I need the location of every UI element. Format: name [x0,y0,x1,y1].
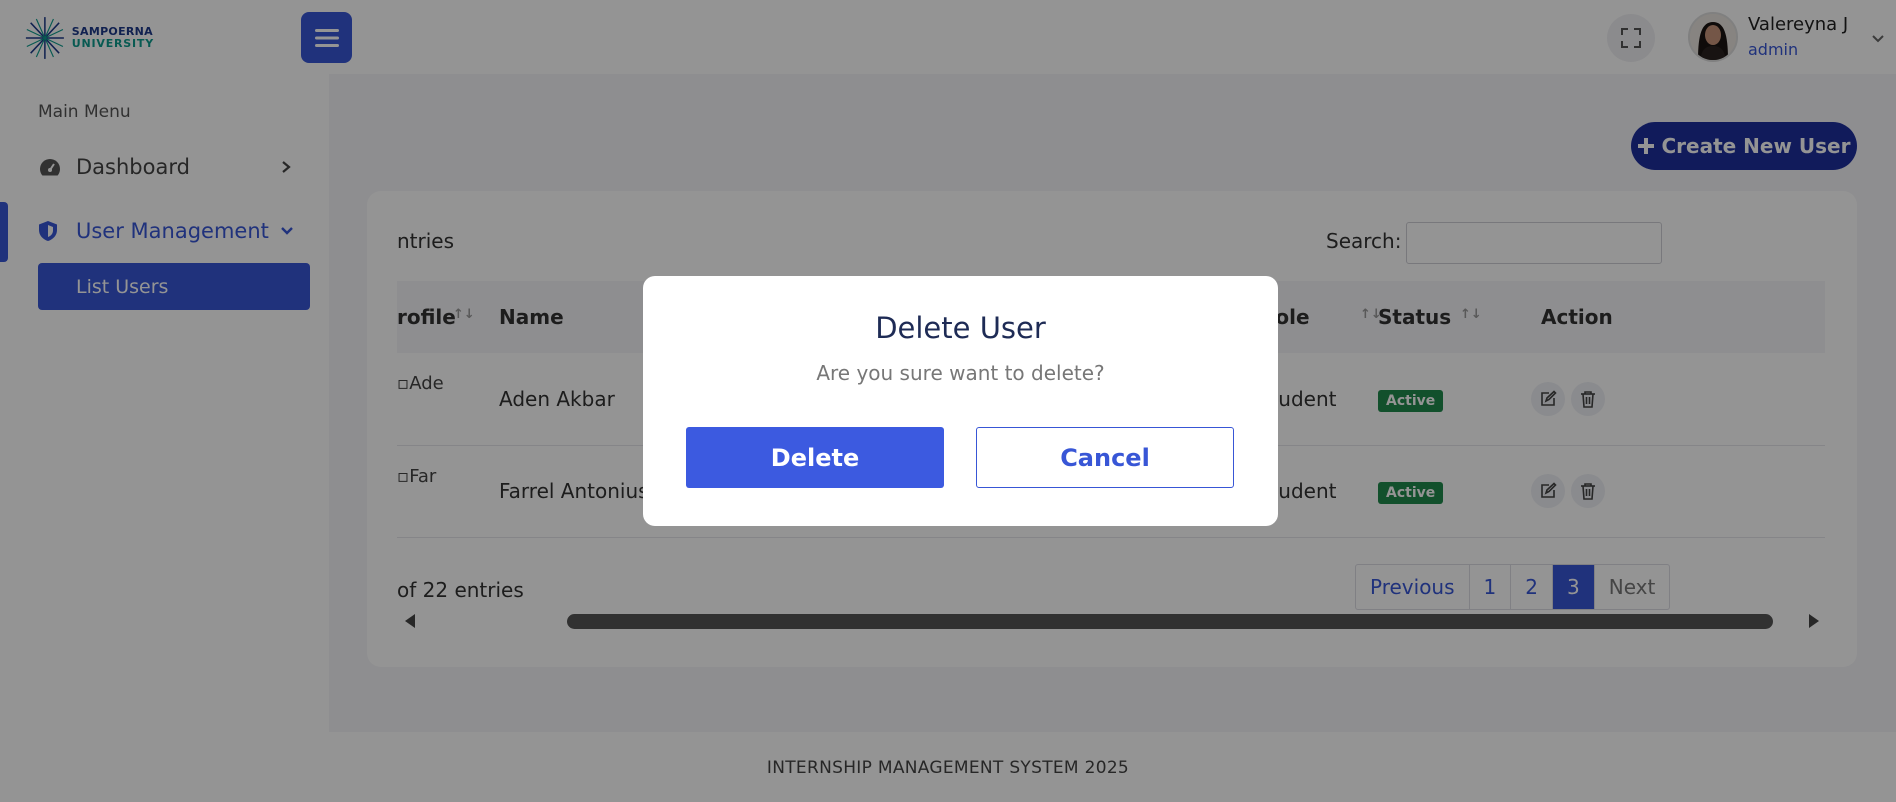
confirm-delete-button[interactable]: Delete [686,427,944,488]
dialog-message: Are you sure want to delete? [816,361,1105,385]
cancel-button[interactable]: Cancel [976,427,1234,488]
dialog-title: Delete User [875,311,1046,345]
delete-user-dialog: Delete User Are you sure want to delete?… [643,276,1278,526]
